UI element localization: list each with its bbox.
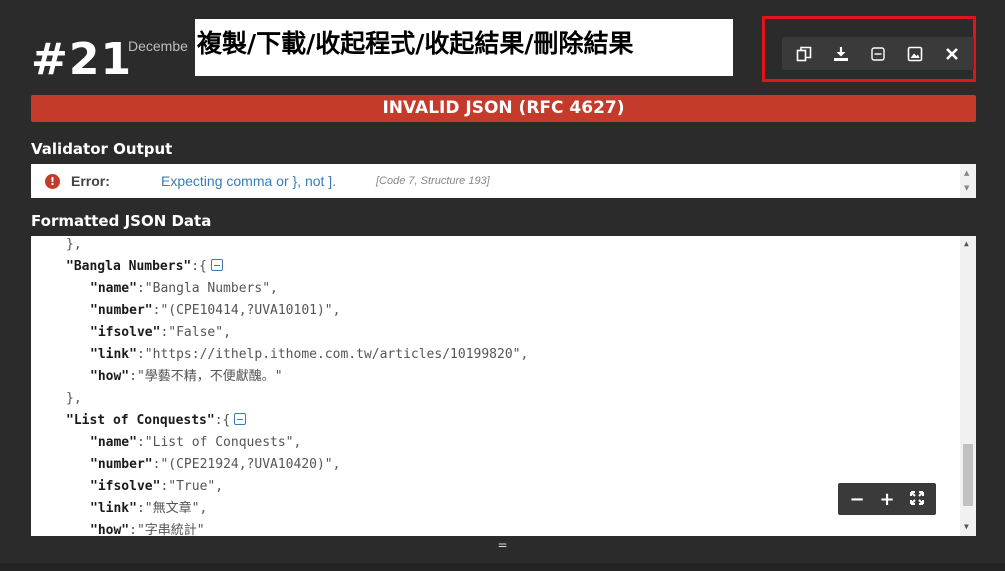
zoom-out-button[interactable]: − [844, 489, 870, 510]
json-value: :"List of Conquests", [136, 435, 302, 450]
json-value: :"https://ithelp.ithome.com.tw/articles/… [136, 347, 529, 362]
json-value: :"False", [160, 325, 231, 340]
collapse-icon [871, 46, 885, 61]
json-punctuation: }, [66, 237, 82, 252]
json-line: "ifsolve":"True", [90, 476, 223, 498]
json-line: "number":"(CPE10414,?UVA10101)", [90, 300, 340, 322]
panel-resize-handle[interactable]: = [0, 539, 1005, 553]
json-key: "name" [90, 281, 137, 296]
zoom-in-button[interactable]: + [874, 489, 900, 510]
json-line: }, [66, 388, 82, 410]
json-key: "ifsolve" [90, 479, 161, 494]
validator-output-title: Validator Output [31, 140, 173, 158]
copy-icon [797, 46, 812, 61]
footer-divider [0, 563, 1005, 571]
json-key: "ifsolve" [90, 325, 161, 340]
json-key: "how" [90, 369, 130, 384]
json-scrollbar[interactable]: ▲ ▼ [960, 236, 976, 536]
json-value: :"字串統計" [129, 523, 205, 536]
result-number: #21 [31, 34, 133, 85]
json-value: :"學藝不精，不便獻醜。" [129, 369, 283, 384]
json-value: :"Bangla Numbers", [136, 281, 278, 296]
json-line: "List of Conquests":{ [66, 410, 247, 432]
json-line: "how":"字串統計" [90, 520, 205, 536]
json-punctuation: :{ [191, 259, 207, 274]
copy-button[interactable] [788, 40, 820, 68]
formatted-json-panel: }, "Bangla Numbers":{"name":"Bangla Numbe… [31, 236, 976, 536]
scroll-up-icon[interactable]: ▲ [964, 239, 969, 248]
validator-output-panel: ! Error: Expecting comma or }, not ]. [C… [31, 164, 976, 198]
validator-scrollbar[interactable]: ▲ ▼ [960, 164, 976, 198]
json-punctuation: :{ [214, 413, 231, 428]
json-line: "name":"List of Conquests", [90, 432, 301, 454]
validation-status-banner: INVALID JSON (RFC 4627) [31, 95, 976, 122]
annotation-label: 複製/下載/收起程式/收起結果/刪除結果 [195, 19, 733, 76]
json-key: "link" [90, 501, 137, 516]
result-header: #21 Decembe 複製/下載/收起程式/收起結果/刪除結果 [0, 0, 1005, 92]
scroll-down-icon[interactable]: ▼ [964, 522, 969, 531]
collapse-result-button[interactable] [899, 40, 931, 68]
json-value: :"(CPE21924,?UVA10420)", [152, 457, 341, 472]
result-date: Decembe [128, 38, 188, 54]
image-icon [907, 46, 923, 61]
json-punctuation: }, [66, 391, 82, 406]
json-key: "Bangla Numbers" [66, 259, 192, 274]
json-line: }, [66, 236, 82, 256]
fit-screen-button[interactable] [904, 489, 930, 510]
delete-result-button[interactable] [936, 40, 968, 68]
collapse-node-icon[interactable] [210, 259, 223, 271]
json-key: "how" [90, 523, 130, 536]
error-icon: ! [45, 174, 60, 189]
formatted-json-title: Formatted JSON Data [31, 212, 212, 230]
collapse-node-icon[interactable] [234, 413, 247, 425]
error-label: Error: [71, 173, 110, 189]
expand-icon [910, 490, 924, 505]
json-line: "link":"https://ithelp.ithome.com.tw/art… [90, 344, 528, 366]
json-line: "link":"無文章", [90, 498, 207, 520]
json-line: "Bangla Numbers":{ [66, 256, 223, 278]
download-icon [834, 46, 849, 61]
scrollbar-thumb[interactable] [963, 444, 973, 506]
json-key: "List of Conquests" [66, 413, 215, 428]
scroll-up-icon[interactable]: ▲ [964, 169, 969, 177]
json-value: :"(CPE10414,?UVA10101)", [152, 303, 341, 318]
json-key: "link" [90, 347, 137, 362]
json-line: "name":"Bangla Numbers", [90, 278, 278, 300]
json-value: :"True", [160, 479, 224, 494]
json-line: "how":"學藝不精，不便獻醜。" [90, 366, 283, 388]
close-icon [945, 47, 958, 60]
error-code: [Code 7, Structure 193] [376, 175, 490, 187]
json-line: "ifsolve":"False", [90, 322, 231, 344]
json-key: "number" [90, 303, 153, 318]
json-line: "number":"(CPE21924,?UVA10420)", [90, 454, 340, 476]
download-button[interactable] [825, 40, 857, 68]
result-toolbar [782, 37, 974, 70]
scroll-down-icon[interactable]: ▼ [964, 184, 969, 192]
collapse-code-button[interactable] [862, 40, 894, 68]
json-value: :"無文章", [136, 501, 208, 516]
zoom-controls: − + [838, 483, 936, 515]
json-key: "name" [90, 435, 137, 450]
json-key: "number" [90, 457, 153, 472]
error-message: Expecting comma or }, not ]. [161, 173, 337, 189]
